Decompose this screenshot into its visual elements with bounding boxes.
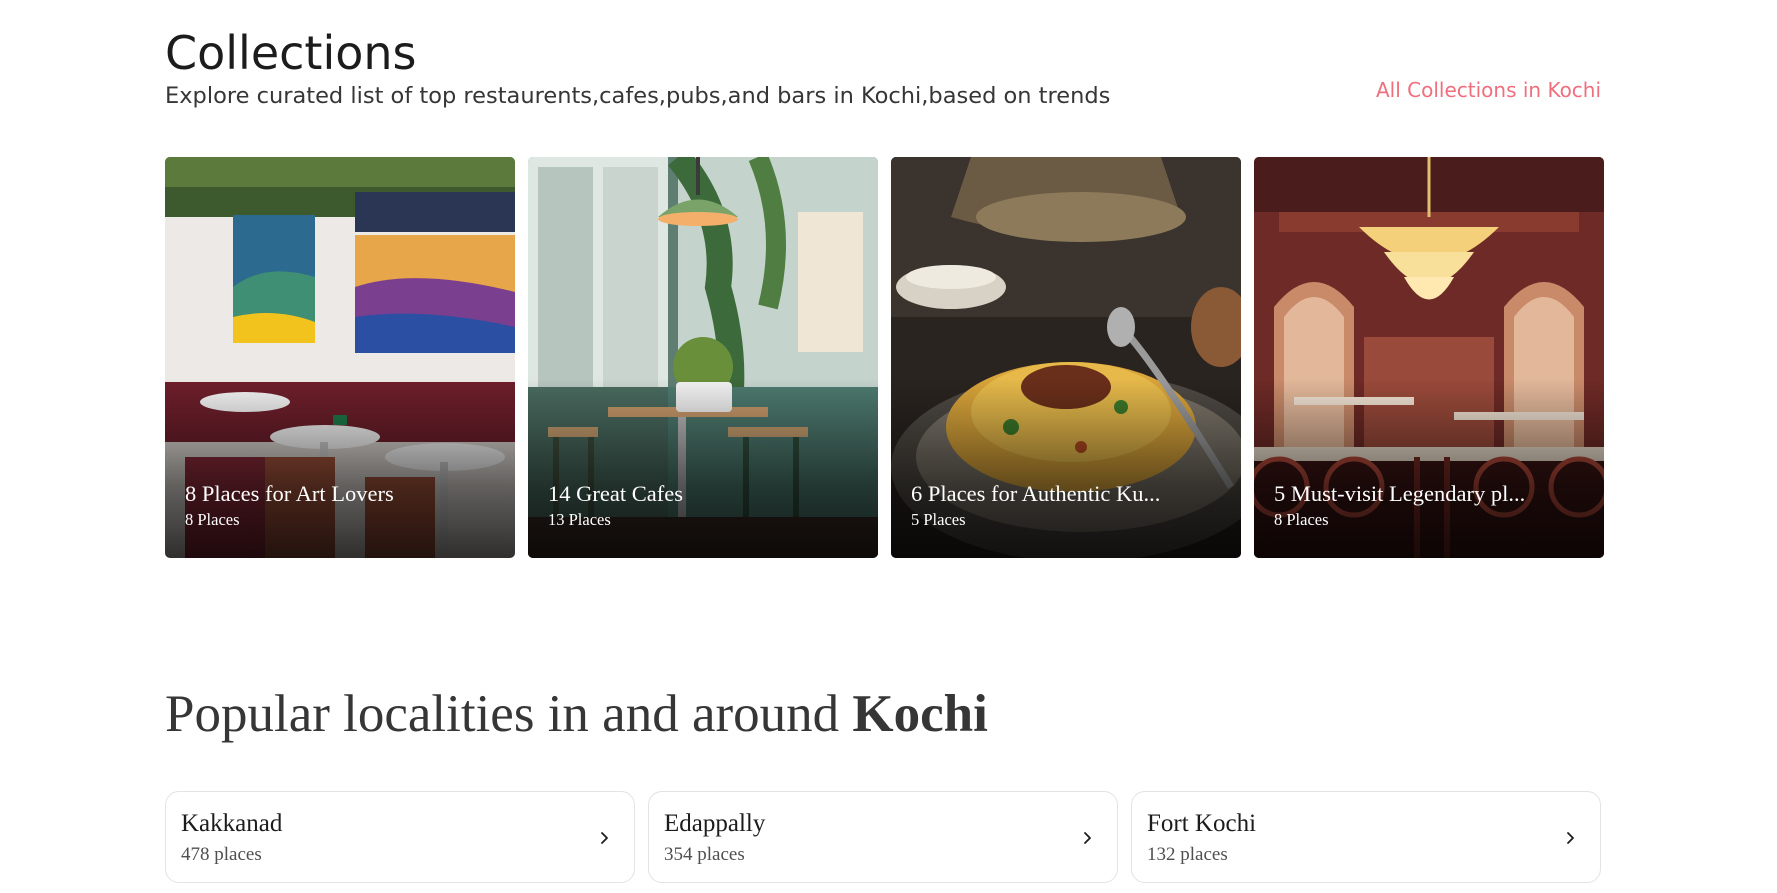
chevron-right-icon	[1564, 828, 1578, 848]
card-shade	[1254, 378, 1604, 558]
chevron-right-icon	[598, 828, 612, 848]
collection-card-art-lovers[interactable]: 8 Places for Art Lovers 8 Places	[165, 157, 515, 558]
card-count: 8 Places	[1274, 510, 1329, 529]
locality-count: 478 places	[181, 844, 262, 865]
all-collections-link[interactable]: All Collections in Kochi	[1376, 76, 1601, 104]
locality-name: Kakkanad	[181, 810, 283, 837]
chevron-right-icon	[1081, 828, 1095, 848]
card-title: 14 Great Cafes	[548, 481, 683, 506]
collection-card-great-cafes[interactable]: 14 Great Cafes 13 Places	[528, 157, 878, 558]
collection-cards: 8 Places for Art Lovers 8 Places 14 Grea…	[165, 157, 1606, 558]
collection-card-authentic-kuisine[interactable]: 6 Places for Authentic Ku... 5 Places	[891, 157, 1241, 558]
locality-card-edappally[interactable]: Edappally 354 places	[648, 791, 1118, 883]
locality-list: Kakkanad 478 places Edappally 354 places…	[165, 791, 1601, 883]
page: Collections Explore curated list of top …	[0, 0, 1777, 893]
locality-name: Edappally	[664, 810, 766, 837]
card-title: 5 Must-visit Legendary pl...	[1274, 481, 1526, 506]
locality-name: Fort Kochi	[1147, 810, 1257, 837]
localities-heading: Popular localities in and around Kochi	[165, 680, 988, 748]
card-shade	[528, 378, 878, 558]
card-title: 8 Places for Art Lovers	[185, 481, 394, 506]
card-count: 13 Places	[548, 510, 611, 529]
card-shade	[891, 378, 1241, 558]
collections-subtitle: Explore curated list of top restaurents,…	[165, 83, 1111, 109]
locality-count: 354 places	[664, 844, 745, 865]
card-count: 8 Places	[185, 510, 240, 529]
card-title: 6 Places for Authentic Ku...	[911, 481, 1161, 506]
collections-title: Collections	[165, 26, 417, 80]
collection-card-legendary-places[interactable]: 5 Must-visit Legendary pl... 8 Places	[1254, 157, 1604, 558]
localities-heading-prefix: Popular localities in and around	[165, 685, 853, 743]
card-count: 5 Places	[911, 510, 966, 529]
locality-count: 132 places	[1147, 844, 1228, 865]
localities-heading-city: Kochi	[852, 685, 988, 743]
card-shade	[165, 378, 515, 558]
locality-card-fort-kochi[interactable]: Fort Kochi 132 places	[1131, 791, 1601, 883]
locality-card-kakkanad[interactable]: Kakkanad 478 places	[165, 791, 635, 883]
